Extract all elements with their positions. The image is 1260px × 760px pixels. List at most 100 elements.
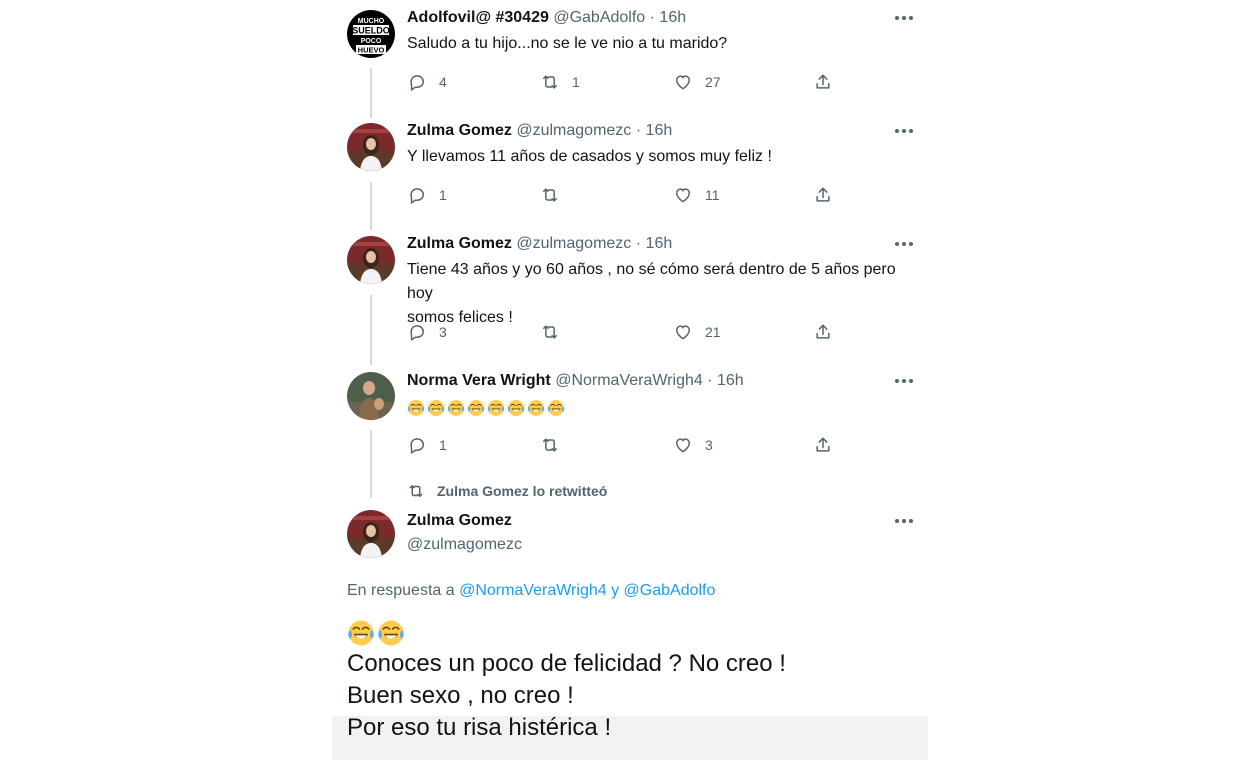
tears-of-joy-emoji-icon bbox=[507, 399, 525, 416]
retweet-icon bbox=[543, 188, 557, 202]
handle[interactable]: @NormaVeraWrigh4 bbox=[555, 372, 703, 389]
like-count: 3 bbox=[705, 437, 713, 453]
separator: · bbox=[635, 235, 642, 252]
reply-icon bbox=[410, 75, 425, 92]
more-options-button[interactable] bbox=[893, 8, 915, 28]
tweet-text: Y llevamos 11 años de casados y somos mu… bbox=[407, 148, 772, 165]
avatar[interactable] bbox=[347, 236, 395, 284]
reply-count: 4 bbox=[439, 74, 447, 90]
main-tweet-header: Zulma Gomez @zulmagomezc bbox=[407, 511, 522, 555]
display-name[interactable]: Zulma Gomez bbox=[407, 122, 512, 139]
thread-line bbox=[370, 295, 372, 365]
share-button[interactable] bbox=[813, 70, 833, 94]
avatar[interactable]: MUCHO SUELDO POCO HUEVO bbox=[347, 10, 395, 58]
display-name[interactable]: Zulma Gomez bbox=[407, 511, 522, 531]
emoji-row bbox=[347, 619, 405, 647]
handle[interactable]: @zulmagomezc bbox=[516, 122, 631, 139]
more-options-button[interactable] bbox=[893, 121, 915, 141]
replying-to-label: En respuesta a bbox=[347, 582, 455, 599]
share-icon bbox=[816, 324, 830, 339]
separator: · bbox=[635, 122, 642, 139]
mention-link[interactable]: @GabAdolfo bbox=[624, 582, 716, 599]
like-count: 27 bbox=[705, 74, 721, 90]
timestamp[interactable]: 16h bbox=[646, 235, 673, 252]
avatar-text-2: SUELDO bbox=[352, 26, 390, 36]
tweet-actions: 1 11 bbox=[407, 183, 847, 207]
share-icon bbox=[816, 74, 830, 89]
more-options-button[interactable] bbox=[893, 371, 915, 391]
avatar-badge-image: MUCHO SUELDO POCO HUEVO bbox=[347, 10, 395, 58]
reply-count: 1 bbox=[439, 187, 447, 203]
tweet-text: Saludo a tu hijo...no se le ve nio a tu … bbox=[407, 35, 728, 52]
more-options-button[interactable] bbox=[893, 234, 915, 254]
heart-icon bbox=[675, 75, 691, 90]
retweet-button[interactable]: 1 bbox=[540, 70, 580, 94]
display-name[interactable]: Adolfovil@ #30429 bbox=[407, 9, 549, 26]
reply-count: 3 bbox=[439, 324, 447, 340]
main-tweet-line: Conoces un poco de felicidad ? No creo ! bbox=[347, 650, 786, 677]
like-button[interactable]: 11 bbox=[673, 183, 720, 207]
retweet-icon bbox=[543, 75, 557, 89]
tweet-actions: 1 3 bbox=[407, 433, 847, 457]
tears-of-joy-emoji-icon bbox=[447, 399, 465, 416]
avatar-photo bbox=[347, 123, 395, 171]
tears-of-joy-emoji-icon bbox=[407, 399, 425, 416]
retweet-button[interactable] bbox=[540, 320, 572, 344]
thread-line bbox=[370, 68, 372, 118]
handle[interactable]: @zulmagomezc bbox=[407, 535, 522, 555]
avatar-text-3: POCO bbox=[361, 38, 382, 45]
display-name[interactable]: Norma Vera Wright bbox=[407, 372, 551, 389]
avatar[interactable] bbox=[347, 372, 395, 420]
share-button[interactable] bbox=[813, 320, 833, 344]
avatar[interactable] bbox=[347, 123, 395, 171]
share-icon bbox=[816, 437, 830, 452]
main-tweet-line: Buen sexo , no creo ! bbox=[347, 682, 574, 709]
tweet-actions: 3 21 bbox=[407, 320, 847, 344]
reply-button[interactable]: 4 bbox=[407, 70, 447, 94]
more-options-button[interactable] bbox=[893, 511, 915, 531]
timestamp[interactable]: 16h bbox=[659, 9, 686, 26]
like-button[interactable]: 27 bbox=[673, 70, 721, 94]
retweeted-by-note[interactable]: Zulma Gomez lo retwitteó bbox=[407, 482, 607, 500]
thread-line bbox=[370, 430, 372, 498]
retweet-button[interactable] bbox=[540, 183, 572, 207]
replying-to-joiner: y bbox=[611, 582, 620, 599]
like-button[interactable]: 21 bbox=[673, 320, 721, 344]
share-icon bbox=[816, 187, 830, 202]
like-count: 11 bbox=[705, 187, 720, 203]
timestamp[interactable]: 16h bbox=[646, 122, 673, 139]
retweet-icon bbox=[543, 325, 557, 339]
display-name[interactable]: Zulma Gomez bbox=[407, 235, 512, 252]
retweet-icon bbox=[543, 438, 557, 452]
tweet-header: Norma Vera Wright @NormaVeraWrigh4 · 16h bbox=[407, 371, 744, 391]
avatar-text-4: HUEVO bbox=[358, 46, 385, 55]
tears-of-joy-emoji-icon bbox=[378, 620, 404, 646]
avatar-photo bbox=[347, 510, 395, 558]
tweet-text bbox=[407, 396, 907, 420]
replying-to: En respuesta a @NormaVeraWrigh4 y @GabAd… bbox=[347, 582, 715, 600]
retweet-icon bbox=[409, 485, 423, 497]
tears-of-joy-emoji-icon bbox=[348, 620, 374, 646]
avatar[interactable] bbox=[347, 510, 395, 558]
tears-of-joy-emoji-icon bbox=[547, 399, 565, 416]
like-button[interactable]: 3 bbox=[673, 433, 713, 457]
tears-of-joy-emoji-icon bbox=[527, 399, 545, 416]
mention-link[interactable]: @NormaVeraWrigh4 bbox=[459, 582, 607, 599]
handle[interactable]: @GabAdolfo bbox=[553, 9, 645, 26]
reply-button[interactable]: 1 bbox=[407, 433, 447, 457]
main-tweet-line: Por eso tu risa histérica ! bbox=[347, 714, 612, 741]
avatar-text-1: MUCHO bbox=[358, 18, 385, 25]
tears-of-joy-emoji-icon bbox=[467, 399, 485, 416]
heart-icon bbox=[675, 188, 691, 203]
reply-button[interactable]: 3 bbox=[407, 320, 447, 344]
handle[interactable]: @zulmagomezc bbox=[516, 235, 631, 252]
share-button[interactable] bbox=[813, 183, 833, 207]
heart-icon bbox=[675, 438, 691, 453]
tweet-actions: 4 1 27 bbox=[407, 70, 847, 94]
timestamp[interactable]: 16h bbox=[717, 372, 744, 389]
reply-icon bbox=[410, 325, 425, 342]
reply-button[interactable]: 1 bbox=[407, 183, 447, 207]
like-count: 21 bbox=[705, 324, 721, 340]
share-button[interactable] bbox=[813, 433, 833, 457]
retweet-button[interactable] bbox=[540, 433, 572, 457]
